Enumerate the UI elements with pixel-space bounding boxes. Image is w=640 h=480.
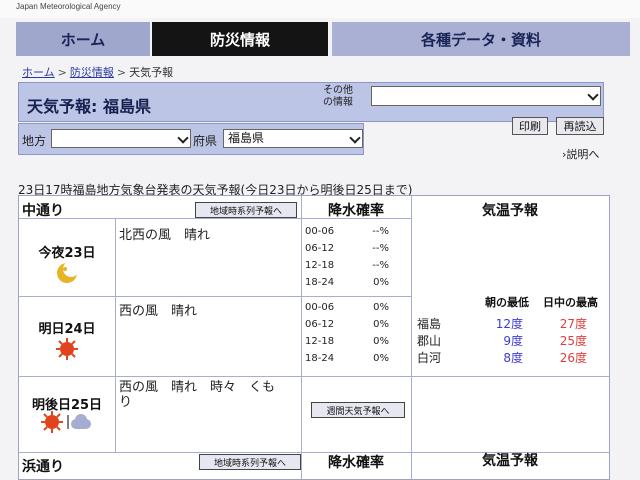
title-panel: 天気予報: 福島県 その他 の情報 <box>18 82 604 122</box>
main-nav: ホーム 防災情報 各種データ・資料 <box>16 22 640 56</box>
other-info-label-line1: その他 <box>323 85 353 96</box>
region-label: 地方 <box>22 134 47 148</box>
forecast-table: 中通り 地域時系列予報へ 降水確率 気温予報 今夜23日 北西の風 晴れ 00-… <box>18 195 610 480</box>
day-label: 今夜23日 <box>38 246 96 261</box>
temp-header: 気温予報 <box>482 203 538 219</box>
temp-min: 8度 <box>503 351 523 365</box>
precip-time: 12-18 <box>305 260 335 271</box>
weather-text-line1: 西の風 晴れ 時々 くも <box>119 380 276 395</box>
temp-min-header: 朝の最低 <box>485 296 529 309</box>
precip-time: 00-06 <box>305 302 335 313</box>
breadcrumb: ホーム > 防災情報 > 天気予報 <box>22 64 173 80</box>
chevron-down-icon <box>177 132 189 144</box>
reload-button[interactable]: 再読込 <box>556 117 604 135</box>
temp-city: 福島 <box>417 317 442 331</box>
chevron-down-icon <box>587 89 599 101</box>
breadcrumb-current: 天気予報 <box>129 66 174 79</box>
temp-min: 12度 <box>495 317 523 331</box>
temp-city: 白河 <box>417 351 442 365</box>
temp-max: 26度 <box>559 351 587 365</box>
top-bar: Japan Meteorological Agency <box>0 0 640 18</box>
section-name-nakadori: 中通り <box>22 203 64 219</box>
precip-value: --% <box>372 226 389 237</box>
moon-night-icon <box>57 261 79 283</box>
precip-time: 12-18 <box>305 336 335 347</box>
breadcrumb-separator: > <box>116 66 127 79</box>
timeseries-button[interactable]: 地域時系列予報へ <box>195 202 297 218</box>
precip-time: 00-06 <box>305 226 335 237</box>
precip-time: 18-24 <box>305 353 335 364</box>
temp-max: 27度 <box>559 317 587 331</box>
precip-value: --% <box>372 260 389 271</box>
precip-value: 0% <box>373 277 389 288</box>
nav-tab-home[interactable]: ホーム <box>16 22 150 56</box>
weather-text-line2: り <box>119 395 133 410</box>
page-title: 天気予報: 福島県 <box>27 97 151 116</box>
precip-time: 06-12 <box>305 319 335 330</box>
sun-icon <box>56 338 78 360</box>
print-button[interactable]: 印刷 <box>512 117 548 135</box>
other-info-label-line2: の情報 <box>323 97 353 108</box>
precip-value: 0% <box>373 319 389 330</box>
temp-max: 25度 <box>559 334 587 348</box>
nav-tab-bosai[interactable]: 防災情報 <box>152 22 328 56</box>
section-name-hamadori: 浜通り <box>22 459 64 475</box>
breadcrumb-separator: > <box>57 66 67 79</box>
explain-link-label: 説明へ <box>566 148 600 161</box>
temp-header: 気温予報 <box>482 453 538 469</box>
nav-tab-data[interactable]: 各種データ・資料 <box>332 22 630 56</box>
other-info-label: その他 の情報 <box>323 85 353 109</box>
temp-min: 9度 <box>503 334 523 348</box>
precip-value: --% <box>372 243 389 254</box>
breadcrumb-bosai[interactable]: 防災情報 <box>70 66 114 79</box>
chevron-down-icon <box>349 132 361 144</box>
agency-name: Japan Meteorological Agency <box>16 2 121 11</box>
weather-text: 西の風 晴れ <box>119 304 198 319</box>
sun-cloud-icon <box>41 411 91 433</box>
region-select[interactable] <box>51 129 191 148</box>
prefecture-select[interactable]: 福島県 <box>223 129 363 148</box>
temp-city: 郡山 <box>417 334 442 348</box>
breadcrumb-home[interactable]: ホーム <box>22 66 55 79</box>
temp-max-header: 日中の最高 <box>543 296 598 309</box>
prefecture-value: 福島県 <box>228 131 265 145</box>
weekly-forecast-button[interactable]: 週間天気予報へ <box>311 402 405 418</box>
precip-value: 0% <box>373 336 389 347</box>
precip-header: 降水確率 <box>328 455 384 471</box>
precip-header: 降水確率 <box>328 203 384 219</box>
other-info-select[interactable] <box>371 86 601 106</box>
precip-value: 0% <box>373 353 389 364</box>
weather-text: 北西の風 晴れ <box>119 228 211 243</box>
day-label: 明日24日 <box>38 322 96 337</box>
explain-link[interactable]: ›説明へ <box>562 146 599 162</box>
prefecture-label: 府県 <box>193 134 218 148</box>
precip-time: 06-12 <box>305 243 335 254</box>
precip-time: 18-24 <box>305 277 335 288</box>
region-panel: 地方 府県 福島県 <box>18 123 364 155</box>
precip-value: 0% <box>373 302 389 313</box>
timeseries-button[interactable]: 地域時系列予報へ <box>199 454 301 470</box>
